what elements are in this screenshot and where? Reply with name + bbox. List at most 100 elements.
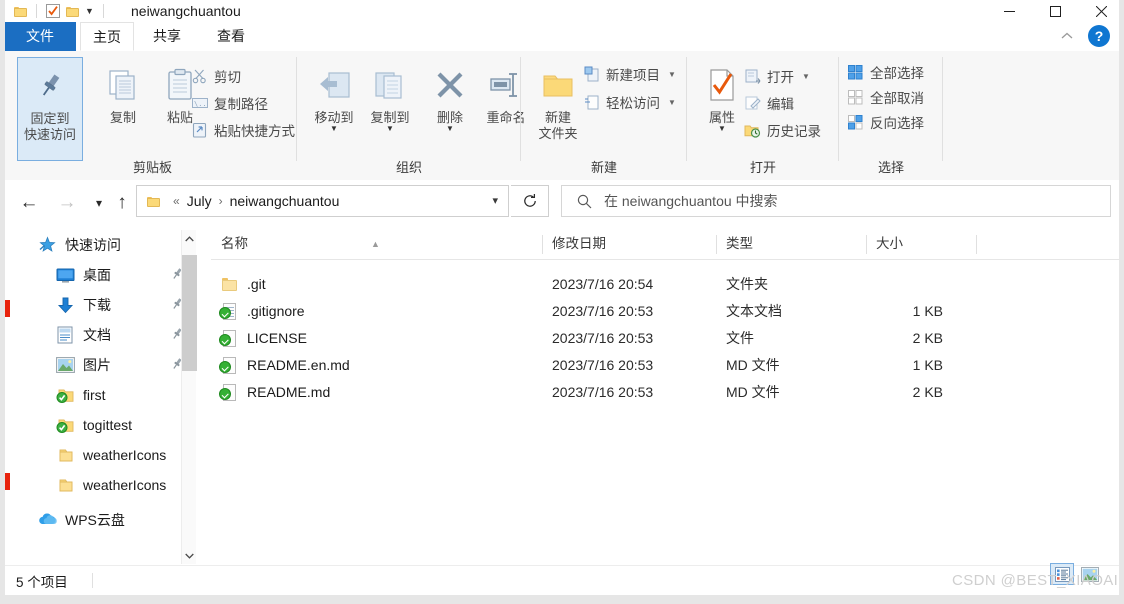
column-header-size[interactable]: 大小 — [866, 230, 976, 258]
checkbox-checked-icon[interactable] — [46, 4, 60, 18]
folder-icon[interactable] — [14, 6, 27, 17]
move-to-icon — [316, 63, 352, 107]
divider[interactable] — [976, 235, 977, 254]
minimize-button[interactable] — [986, 0, 1032, 22]
tab-home[interactable]: 主页 — [80, 22, 134, 51]
svg-text:\..: \.. — [194, 100, 207, 108]
table-row[interactable]: README.en.md 2023/7/16 20:53 MD 文件 1 KB — [211, 352, 1124, 379]
invert-selection-button[interactable]: 反向选择 — [847, 109, 924, 135]
chevron-down-icon[interactable] — [182, 547, 197, 564]
navigation-pane: 快速访问 桌面 下载 文档 图片 first togittest weather… — [14, 230, 196, 564]
ribbon-group-label-open: 打开 — [749, 160, 776, 175]
open-label: 打开 — [767, 70, 794, 85]
address-bar[interactable]: « July › neiwangchuantou ▾ — [136, 185, 509, 217]
new-item-label: 新建项目 — [606, 68, 660, 83]
chevron-down-icon[interactable]: ▼ — [386, 125, 394, 133]
history-icon — [744, 122, 761, 139]
maximize-button[interactable] — [1032, 0, 1078, 22]
delete-button[interactable]: 删除 ▼ — [419, 57, 481, 161]
sidebar-item-togittest[interactable]: togittest — [14, 410, 196, 440]
chevron-down-icon[interactable]: ▼ — [668, 70, 676, 79]
select-none-button[interactable]: 全部取消 — [847, 84, 924, 110]
chevron-down-icon[interactable]: ▼ — [85, 6, 94, 16]
up-arrow-icon[interactable]: ↑ — [108, 189, 136, 217]
easy-access-label: 轻松访问 — [606, 96, 660, 111]
paste-shortcut-button[interactable]: 粘贴快捷方式 — [191, 117, 295, 143]
copy-to-button[interactable]: 复制到 ▼ — [359, 57, 421, 161]
sidebar-item-desktop[interactable]: 桌面 — [14, 260, 196, 290]
breadcrumb-separator: › — [218, 194, 223, 208]
item-count-label: 5 个项目 — [16, 575, 68, 590]
sidebar-item-first[interactable]: first — [14, 380, 196, 410]
chevron-down-icon[interactable]: ▼ — [718, 125, 726, 133]
new-folder-button[interactable]: 新建 文件夹 — [527, 57, 589, 161]
git-file-icon — [219, 356, 238, 375]
sidebar-item-label: weatherIcons — [83, 447, 167, 463]
forward-arrow-icon[interactable]: → — [53, 189, 81, 217]
table-row[interactable]: README.md 2023/7/16 20:53 MD 文件 2 KB — [211, 379, 1124, 406]
select-all-button[interactable]: 全部选择 — [847, 59, 924, 85]
invert-selection-label: 反向选择 — [870, 116, 924, 131]
column-header-name[interactable]: 名称 ▲ — [211, 230, 542, 258]
window-controls — [986, 0, 1124, 22]
chevron-up-icon[interactable] — [182, 230, 197, 247]
git-folder-icon — [54, 384, 76, 406]
file-name-cell: .git — [221, 271, 266, 298]
easy-access-icon — [583, 94, 600, 111]
sidebar-item-weathericons-2[interactable]: weatherIcons — [14, 470, 196, 500]
file-type-cell: 文件 — [726, 330, 754, 346]
move-to-button[interactable]: 移动到 ▼ — [303, 57, 365, 161]
file-name: .git — [247, 276, 266, 292]
tab-view[interactable]: 查看 — [200, 22, 262, 51]
ribbon-group-label-organize: 组织 — [395, 160, 422, 175]
edit-icon — [744, 95, 761, 112]
sidebar-item-wps-cloud[interactable]: WPS云盘 — [14, 505, 196, 535]
tab-share[interactable]: 共享 — [136, 22, 198, 51]
scrollbar-thumb[interactable] — [182, 255, 197, 371]
folder-icon[interactable] — [66, 6, 79, 17]
quick-access-toolbar: ▼ — [0, 0, 107, 22]
tab-file[interactable]: 文件 — [4, 22, 76, 51]
new-item-button[interactable]: 新建项目 ▼ — [583, 61, 676, 87]
easy-access-button[interactable]: 轻松访问 ▼ — [583, 89, 676, 115]
sidebar-item-pictures[interactable]: 图片 — [14, 350, 196, 380]
breadcrumb-item-july[interactable]: July — [185, 193, 214, 209]
address-chevron-down-icon[interactable]: ▾ — [492, 194, 498, 207]
sidebar-item-weathericons-1[interactable]: weatherIcons — [14, 440, 196, 470]
cut-button[interactable]: 剪切 — [191, 63, 241, 89]
sidebar-item-quick-access[interactable]: 快速访问 — [14, 230, 196, 260]
search-box[interactable]: 在 neiwangchuantou 中搜索 — [561, 185, 1111, 217]
invert-selection-icon — [847, 114, 864, 131]
chevron-down-icon[interactable]: ▼ — [668, 98, 676, 107]
breadcrumb-item-current[interactable]: neiwangchuantou — [228, 193, 342, 209]
back-arrow-icon[interactable]: ← — [15, 189, 43, 217]
history-button[interactable]: 历史记录 — [744, 117, 821, 143]
sidebar-item-label: 桌面 — [83, 267, 111, 283]
copy-path-button[interactable]: \.. 复制路径 — [191, 90, 268, 116]
copy-icon — [106, 63, 140, 107]
select-all-label: 全部选择 — [870, 66, 924, 81]
table-row[interactable]: .gitignore 2023/7/16 20:53 文本文档 1 KB — [211, 298, 1124, 325]
column-header-type[interactable]: 类型 — [716, 230, 866, 258]
close-button[interactable] — [1078, 0, 1124, 22]
watermark: CSDN @BEST_XIAOAI — [952, 572, 1119, 589]
pin-to-quick-access-button[interactable]: 固定到 快速访问 — [17, 57, 83, 161]
chevron-down-icon[interactable]: ▼ — [330, 125, 338, 133]
chevron-up-icon[interactable] — [1056, 25, 1078, 47]
sidebar-item-downloads[interactable]: 下载 — [14, 290, 196, 320]
sidebar-item-documents[interactable]: 文档 — [14, 320, 196, 350]
chevron-down-icon[interactable]: ▼ — [802, 72, 810, 81]
table-row[interactable]: LICENSE 2023/7/16 20:53 文件 2 KB — [211, 325, 1124, 352]
navigation-pane-scrollbar[interactable] — [181, 230, 197, 564]
table-row[interactable]: .git 2023/7/16 20:54 文件夹 — [211, 271, 1124, 298]
edit-button[interactable]: 编辑 — [744, 90, 794, 116]
documents-icon — [54, 324, 76, 346]
git-file-icon — [219, 383, 238, 402]
open-button[interactable]: 打开 ▼ — [744, 63, 810, 89]
refresh-button[interactable] — [511, 185, 549, 217]
column-header-date[interactable]: 修改日期 — [542, 230, 716, 258]
copy-button[interactable]: 复制 — [92, 57, 154, 161]
help-button[interactable]: ? — [1088, 25, 1110, 47]
chevron-down-icon[interactable]: ▼ — [446, 125, 454, 133]
sidebar-item-label: togittest — [83, 417, 133, 433]
